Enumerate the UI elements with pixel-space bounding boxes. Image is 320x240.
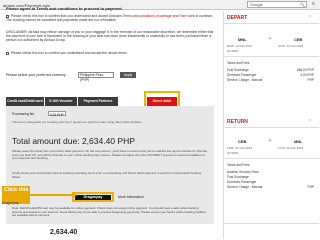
divider — [224, 56, 319, 57]
sidebar-total-amount: 2,634.40 — [50, 229, 78, 236]
payment-note: Note: Debit/Credit/ATM card may be avail… — [12, 206, 206, 217]
plane-icon: ✈ — [268, 138, 273, 144]
search-input[interactable]: Google 🔍 — [247, 1, 307, 8]
return-from-code: CEB — [238, 139, 247, 144]
collapse-icon[interactable]: ⌃ — [308, 15, 312, 21]
return-flight-number: Z2 5025 — [227, 151, 239, 155]
tab-e-gift-voucher[interactable]: E-Gift Voucher — [45, 97, 77, 106]
terms-checkbox-row: Please check this box to confirm that yo… — [6, 14, 214, 22]
return-service-value: PHP — [307, 185, 314, 189]
processing-fee-field: 0.00 PHP — [48, 111, 66, 117]
return-domestic-label: Domestic Passenger — [227, 180, 257, 184]
depart-from-time: 0515, 12 Feb 2014 — [227, 44, 253, 48]
total-amount-due: Total amount due: 2,634.40 PHP — [12, 136, 135, 146]
currency-select[interactable]: Philippine Peso (PHP) — [78, 72, 114, 82]
depart-to-time: 0725, 12 Feb 2014 — [278, 44, 304, 48]
search-icon[interactable]: 🔍 — [300, 2, 305, 8]
return-to-code: MNL — [294, 139, 303, 144]
currency-label: Please select your preferred currency — [6, 73, 66, 77]
depart-taxes-label: Taxes and Fees — [227, 61, 250, 65]
flight-summary-sidebar: DEPART ⌃ MNL ✈ CEB 0515, 12 Feb 2014 072… — [223, 11, 319, 239]
return-to-time: 1715, 21 Feb 2014 — [278, 146, 304, 150]
bank-hours-note: Kindly check your local banks internet b… — [12, 171, 202, 179]
divider — [224, 158, 319, 159]
dragonpay-button[interactable]: Dragonpay — [75, 195, 111, 200]
depart-fuel-value: 266.00 PHP — [296, 68, 314, 72]
more-information-link[interactable]: More Information — [118, 195, 144, 200]
menu-icon[interactable]: ≡ — [310, 1, 317, 8]
search-placeholder: Google — [250, 2, 263, 7]
divider — [224, 223, 319, 224]
depart-from-code: MNL — [238, 37, 247, 42]
apply-button[interactable]: Apply — [120, 72, 136, 78]
depart-to-code: CEB — [294, 37, 303, 42]
confirm-checkbox-row: Please check this box to confirm you und… — [6, 51, 214, 55]
callout-arrow — [30, 192, 77, 198]
terms-link[interactable]: Terms and conditions of carriage and Far… — [123, 14, 195, 18]
depart-flight-number: Z2 5004 — [227, 49, 239, 53]
depart-service-value: PHP — [307, 78, 314, 82]
processing-fee-note: This fee is chargeable per booking (one … — [12, 120, 143, 124]
depart-title: DEPART — [227, 15, 248, 21]
return-aviation-label: Aviation Security Fees — [227, 170, 259, 174]
return-fuel-label: Fuel Surcharge — [227, 175, 249, 179]
tab-payment-partners[interactable]: Payment Partners — [78, 97, 118, 106]
depart-domestic-label: Domestic Passenger — [227, 73, 257, 77]
depart-service-label: Service Charge - Manual — [227, 78, 263, 82]
divider — [224, 23, 319, 24]
processing-fee-label: Processing fee — [12, 112, 35, 116]
total-amount-value: 2,634.40 PHP — [81, 136, 135, 146]
return-title: RETURN — [227, 119, 248, 125]
processing-fee-value: 0.00 PHP — [50, 113, 64, 117]
return-from-time: 1555, 21 Feb 2014 — [227, 146, 253, 150]
depart-fuel-label: Fuel Surcharge — [227, 68, 249, 72]
plane-icon: ✈ — [268, 36, 273, 42]
confirm-checkbox[interactable] — [6, 51, 9, 55]
return-service-label: Service Charge - Manual — [227, 185, 263, 189]
tab-credit-card[interactable]: Credit card/Debit card — [6, 97, 44, 106]
return-taxes-label: Taxes and Fees — [227, 163, 250, 167]
direct-debit-instructions: Please select the bank from your direct … — [12, 149, 208, 161]
depart-domestic-value: 0.00 PHP — [300, 73, 314, 77]
collapse-icon[interactable]: ⌃ — [308, 119, 312, 125]
divider — [224, 127, 319, 128]
callout-subtext: Dragonpay — [2, 201, 19, 205]
agreement-heading: Please agree to Terms and conditions to … — [6, 6, 123, 11]
disclaimer-text: DISCLAIMER: AirAsia may refuse carriage … — [6, 30, 214, 42]
